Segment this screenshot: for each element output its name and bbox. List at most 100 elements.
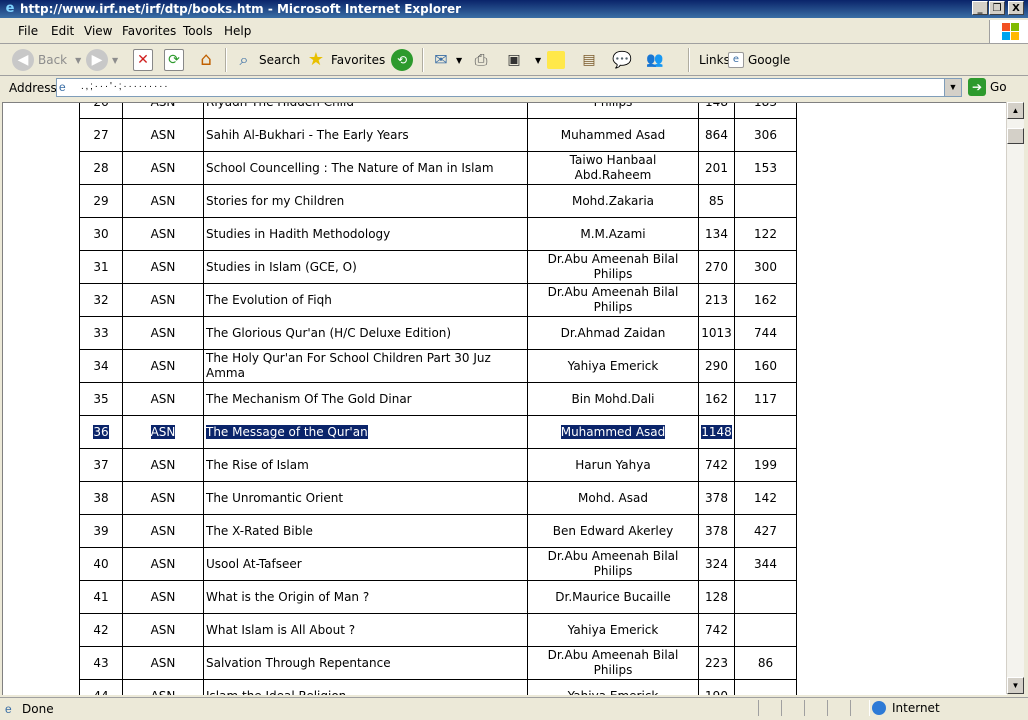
row-title: The Unromantic Orient bbox=[206, 490, 344, 505]
row-pages-cell: 864 bbox=[698, 118, 735, 152]
row-title: The Message of the Qur'an bbox=[206, 424, 368, 439]
row-pages-cell: 742 bbox=[698, 448, 735, 482]
favorites-button[interactable]: ★ Favorites bbox=[305, 48, 385, 72]
go-button[interactable]: ➔ Go bbox=[968, 78, 1007, 96]
row-price-cell: 162 bbox=[734, 283, 797, 317]
row-pages-cell: 290 bbox=[698, 349, 735, 383]
row-price: 117 bbox=[754, 392, 777, 406]
table-row: 28 ASN School Councelling : The Nature of … bbox=[79, 151, 797, 185]
row-price-cell: 117 bbox=[734, 382, 797, 416]
row-title: Islam the Ideal Religion bbox=[206, 689, 346, 696]
refresh-button[interactable]: ⟳ bbox=[164, 48, 188, 72]
row-title-cell: The X-Rated Bible bbox=[203, 514, 528, 548]
address-input[interactable] bbox=[79, 80, 683, 93]
row-number-cell: 31 bbox=[79, 250, 123, 284]
row-title: The X-Rated Bible bbox=[206, 523, 313, 538]
refresh-icon: ⟳ bbox=[164, 49, 184, 71]
row-number-cell: 30 bbox=[79, 217, 123, 251]
go-arrow-icon: ➔ bbox=[968, 78, 986, 96]
menu-favorites[interactable]: Favorites bbox=[122, 24, 176, 38]
history-button[interactable]: ⟲ bbox=[391, 48, 417, 72]
stop-button[interactable]: ✕ bbox=[133, 48, 157, 72]
row-price-cell bbox=[734, 613, 797, 647]
page-icon: e bbox=[5, 702, 12, 716]
row-pages-cell: 85 bbox=[698, 184, 735, 218]
row-author-cell: Harun Yahya bbox=[527, 448, 699, 482]
table-row: 35 ASN The Mechanism Of The Gold Dinar Bin … bbox=[79, 382, 797, 416]
windows-logo-icon bbox=[989, 20, 1028, 43]
edit-button[interactable]: ▣ ▼ bbox=[503, 48, 541, 72]
menu-file[interactable]: File bbox=[18, 24, 38, 38]
row-number: 30 bbox=[93, 227, 109, 241]
row-code-cell: ASN bbox=[122, 283, 204, 317]
print-button[interactable]: ⎙ bbox=[470, 48, 496, 72]
row-price-cell bbox=[734, 415, 797, 449]
close-button[interactable]: X bbox=[1008, 1, 1024, 15]
back-button[interactable]: ◀ Back ▼ bbox=[12, 48, 81, 72]
row-pages: 223 bbox=[705, 656, 728, 670]
row-pages: 201 bbox=[705, 161, 728, 175]
row-price-cell bbox=[734, 679, 797, 695]
row-author: Taiwo Hanbaal Abd.Raheem bbox=[569, 153, 657, 182]
address-field[interactable]: e ▼ bbox=[56, 78, 962, 97]
minimize-button[interactable]: _ bbox=[972, 1, 988, 15]
scroll-thumb[interactable] bbox=[1007, 128, 1024, 144]
mail-button[interactable]: ✉ ▼ bbox=[430, 48, 462, 72]
row-pages: 213 bbox=[705, 293, 728, 307]
row-title-cell: Islam the Ideal Religion bbox=[203, 679, 528, 696]
forward-button[interactable]: ▶ ▼ bbox=[86, 48, 118, 72]
row-title-cell: The Rise of Islam bbox=[203, 448, 528, 482]
row-pages: 190 bbox=[705, 689, 728, 695]
row-pages-cell: 742 bbox=[698, 613, 735, 647]
menu-edit[interactable]: Edit bbox=[51, 24, 74, 38]
notes-button[interactable] bbox=[547, 48, 569, 72]
row-number: 35 bbox=[93, 392, 109, 406]
row-code-cell: ASN bbox=[122, 184, 204, 218]
research-button[interactable]: ▤ bbox=[578, 48, 604, 72]
row-pages-cell: 213 bbox=[698, 283, 735, 317]
row-author: Mohd.Zakaria bbox=[571, 193, 655, 208]
table-row: 33 ASN The Glorious Qur'an (H/C Deluxe Edi… bbox=[79, 316, 797, 350]
row-number: 42 bbox=[93, 623, 109, 637]
toolbar-separator bbox=[225, 48, 227, 72]
row-pages-cell: 201 bbox=[698, 151, 735, 185]
row-number: 40 bbox=[93, 557, 109, 571]
row-code-cell: ASN bbox=[122, 316, 204, 350]
row-number: 28 bbox=[93, 161, 109, 175]
menu-tools[interactable]: Tools bbox=[183, 24, 213, 38]
address-label: Address bbox=[9, 81, 57, 95]
google-link[interactable]: e Google bbox=[728, 48, 790, 72]
row-pages-cell: 1013 bbox=[698, 316, 735, 350]
row-title: What Islam is All About ? bbox=[206, 622, 356, 637]
row-number-cell: 41 bbox=[79, 580, 123, 614]
row-code: ASN bbox=[150, 326, 176, 340]
links-label[interactable]: Links bbox=[699, 48, 730, 72]
home-button[interactable]: ⌂ bbox=[195, 48, 221, 72]
zone-label: Internet bbox=[892, 701, 940, 715]
row-title: Sahih Al-Bukhari - The Early Years bbox=[206, 127, 409, 142]
messenger-button[interactable]: 👥 bbox=[644, 48, 670, 72]
menu-view[interactable]: View bbox=[84, 24, 112, 38]
scroll-up-button[interactable]: ▲ bbox=[1007, 102, 1024, 119]
row-code: ASN bbox=[150, 359, 176, 373]
address-dropdown-icon[interactable]: ▼ bbox=[944, 79, 961, 96]
row-author: Muhammed Asad bbox=[560, 127, 666, 142]
star-icon: ★ bbox=[307, 49, 325, 70]
menu-help[interactable]: Help bbox=[224, 24, 251, 38]
row-author-cell: Yahiya Emerick bbox=[527, 349, 699, 383]
chevron-down-icon: ▼ bbox=[75, 55, 82, 65]
row-code-cell: ASN bbox=[122, 646, 204, 680]
scroll-down-button[interactable]: ▼ bbox=[1007, 677, 1024, 694]
row-title-cell: The Evolution of Fiqh bbox=[203, 283, 528, 317]
vertical-scrollbar[interactable]: ▲ ▼ bbox=[1006, 102, 1024, 694]
maximize-button[interactable]: ❐ bbox=[989, 1, 1005, 15]
row-author-cell: Dr.Abu Ameenah Bilal Philips bbox=[527, 547, 699, 581]
discuss-button[interactable]: 💬 bbox=[611, 48, 637, 72]
row-price: 162 bbox=[754, 293, 777, 307]
table-row: 38 ASN The Unromantic Orient Mohd. Asad 378 1… bbox=[79, 481, 797, 515]
row-number-cell: 40 bbox=[79, 547, 123, 581]
row-price-cell: 744 bbox=[734, 316, 797, 350]
search-button[interactable]: ⌕ Search bbox=[233, 48, 301, 72]
row-author-cell: Dr.Maurice Bucaille bbox=[527, 580, 699, 614]
row-pages: 324 bbox=[705, 557, 728, 571]
